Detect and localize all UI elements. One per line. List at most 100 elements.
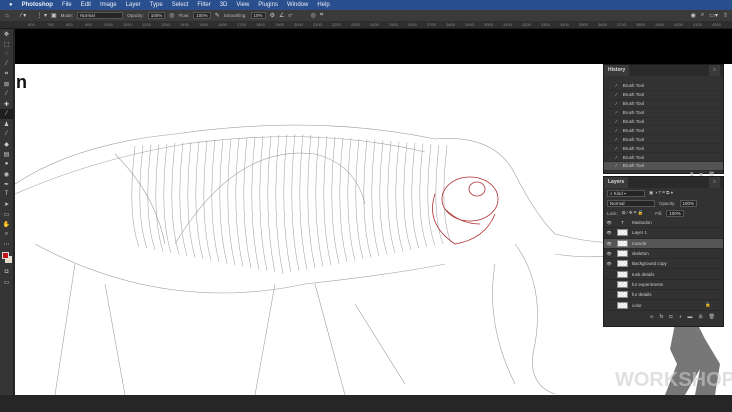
tab-history[interactable]: History: [604, 65, 630, 76]
menu-plugins[interactable]: Plugins: [258, 2, 278, 8]
gear-icon[interactable]: ⚙: [270, 12, 275, 19]
history-state[interactable]: ⁄ Brush Tool: [604, 91, 723, 100]
pen-tool-icon[interactable]: ✒: [0, 179, 13, 189]
menu-image[interactable]: Image: [100, 2, 117, 8]
eyedropper-icon[interactable]: ⁄: [0, 89, 13, 99]
stamp-tool-icon[interactable]: ♟: [0, 119, 13, 129]
new-layer-icon[interactable]: ⊞: [698, 314, 702, 320]
brush-size-icon[interactable]: ⋮ ▾: [36, 12, 47, 19]
brush-preset-icon[interactable]: ⁄ ▾: [21, 12, 27, 19]
link-layers-icon[interactable]: ∞: [650, 314, 654, 320]
layer-row[interactable]: 👁 muscle: [604, 238, 723, 249]
visibility-eye-icon[interactable]: 👁: [604, 220, 614, 225]
share-icon[interactable]: ⇧: [723, 12, 728, 19]
history-state[interactable]: ⁄ Brush Tool: [604, 82, 723, 91]
color-swatches[interactable]: [0, 249, 13, 267]
history-state[interactable]: ⁄ Brush Tool: [604, 100, 723, 109]
history-state[interactable]: ⁄ Brush Tool: [604, 162, 723, 171]
layer-row[interactable]: 👁 Layer 1: [604, 228, 723, 239]
lock-icons[interactable]: ⊠ ⁄ ✥ ⌗ 🔒: [622, 210, 643, 216]
healing-brush-icon[interactable]: ✚: [0, 99, 13, 109]
layer-row[interactable]: color 🔒: [604, 300, 723, 311]
history-state[interactable]: ⁄ Brush Tool: [604, 135, 723, 145]
menu-3d[interactable]: 3D: [220, 2, 228, 8]
menu-filter[interactable]: Filter: [197, 2, 210, 8]
layer-opacity-field[interactable]: 100%: [679, 199, 698, 207]
dodge-tool-icon[interactable]: ◉: [0, 169, 13, 179]
visibility-eye-icon[interactable]: 👁: [604, 251, 614, 256]
move-tool-icon[interactable]: ✥: [0, 29, 13, 39]
more-tools-icon[interactable]: ⋯: [0, 239, 13, 249]
add-mask-icon[interactable]: ◘: [669, 314, 672, 320]
panel-menu-icon[interactable]: ≡: [709, 65, 720, 76]
layer-row[interactable]: 👁 skeleton: [604, 249, 723, 260]
opacity-field[interactable]: 100%: [147, 12, 166, 19]
layer-filter-kind[interactable]: ⌕ Kind ▾: [607, 189, 645, 197]
menu-type[interactable]: Type: [150, 2, 163, 8]
history-state[interactable]: ⁄ Brush Tool: [604, 144, 723, 154]
search-icon[interactable]: ⌕: [701, 12, 704, 19]
eraser-icon[interactable]: ◆: [0, 139, 13, 149]
share-user-icon[interactable]: ◉: [691, 12, 696, 19]
apple-icon[interactable]: ●: [9, 2, 13, 8]
workspace-icon[interactable]: ▭▾: [709, 12, 718, 19]
symmetry-icon[interactable]: ⌗: [320, 12, 323, 19]
blend-mode-select[interactable]: Normal: [607, 199, 655, 207]
marquee-tool-icon[interactable]: ⬚: [0, 39, 13, 49]
rectangle-tool-icon[interactable]: ▭: [0, 209, 13, 219]
menu-edit[interactable]: Edit: [81, 2, 91, 8]
layer-row[interactable]: fur details: [604, 290, 723, 301]
frame-tool-icon[interactable]: ⊠: [0, 79, 13, 89]
delete-layer-icon[interactable]: 🗑: [709, 314, 715, 320]
zoom-tool-icon[interactable]: ⌕: [0, 229, 13, 239]
visibility-eye-icon[interactable]: 👁: [604, 230, 614, 235]
airbrush-icon[interactable]: ✎: [215, 12, 220, 19]
menu-window[interactable]: Window: [287, 2, 308, 8]
adjustment-layer-icon[interactable]: ◑: [678, 314, 681, 320]
menu-layer[interactable]: Layer: [126, 2, 141, 8]
magic-wand-icon[interactable]: ⁄: [0, 59, 13, 69]
type-tool-icon[interactable]: T: [0, 189, 13, 199]
history-state[interactable]: ⁄ Brush Tool: [604, 109, 723, 118]
tab-layers[interactable]: Layers: [604, 177, 629, 188]
hand-tool-icon[interactable]: ✋: [0, 219, 13, 229]
brush-tool-icon[interactable]: ⁄: [0, 109, 13, 119]
gradient-tool-icon[interactable]: ▤: [0, 149, 13, 159]
layer-row[interactable]: tusk details: [604, 269, 723, 280]
quick-mask-icon[interactable]: ◘: [0, 267, 13, 277]
smoothing-field[interactable]: 10%: [250, 12, 266, 19]
menu-help[interactable]: Help: [317, 2, 329, 8]
pressure-size-icon[interactable]: ◎: [311, 12, 316, 19]
flow-field[interactable]: 100%: [193, 12, 211, 19]
layer-row[interactable]: 👁 T Mastodon: [604, 218, 723, 229]
menu-file[interactable]: File: [62, 2, 72, 8]
screen-mode-icon[interactable]: ▭: [0, 277, 13, 287]
brush-settings-icon[interactable]: ▣: [51, 12, 57, 19]
visibility-eye-icon[interactable]: 👁: [604, 241, 614, 246]
mode-select[interactable]: Normal: [77, 12, 124, 19]
layer-row[interactable]: 👁 Background copy: [604, 259, 723, 270]
history-state[interactable]: ⁄ Brush Tool: [604, 153, 723, 163]
lasso-tool-icon[interactable]: ◌: [0, 49, 13, 59]
history-state[interactable]: ⁄ Brush Tool: [604, 118, 723, 127]
new-group-icon[interactable]: ▬: [687, 314, 692, 320]
menu-select[interactable]: Select: [172, 2, 189, 8]
layer-filter-icons[interactable]: ▣ ◑ T ⌗ ⧉ ●: [649, 190, 673, 196]
history-brush-icon[interactable]: ⁄: [0, 129, 13, 139]
home-icon[interactable]: ⌂: [5, 13, 9, 19]
blur-tool-icon[interactable]: ●: [0, 159, 13, 169]
path-select-icon[interactable]: ➤: [0, 199, 13, 209]
layer-row[interactable]: fur experiments: [604, 280, 723, 291]
options-bar: ⌂ ⁄ ▾ ⋮ ▾ ▣ Mode: Normal Opacity: 100% ◎…: [0, 10, 732, 21]
history-state[interactable]: ⁄ Brush Tool: [604, 126, 723, 136]
menu-app[interactable]: Photoshop: [22, 2, 53, 8]
visibility-eye-icon[interactable]: 👁: [604, 261, 614, 266]
menu-view[interactable]: View: [236, 2, 249, 8]
fill-field[interactable]: 100%: [666, 209, 684, 217]
foreground-color[interactable]: [2, 252, 9, 259]
panel-menu-icon[interactable]: ≡: [709, 177, 720, 188]
pressure-opacity-icon[interactable]: ◎: [169, 12, 174, 19]
fx-icon[interactable]: fx: [659, 314, 663, 320]
crop-tool-icon[interactable]: ⌗: [0, 69, 13, 79]
angle-field[interactable]: 0°: [288, 13, 292, 18]
